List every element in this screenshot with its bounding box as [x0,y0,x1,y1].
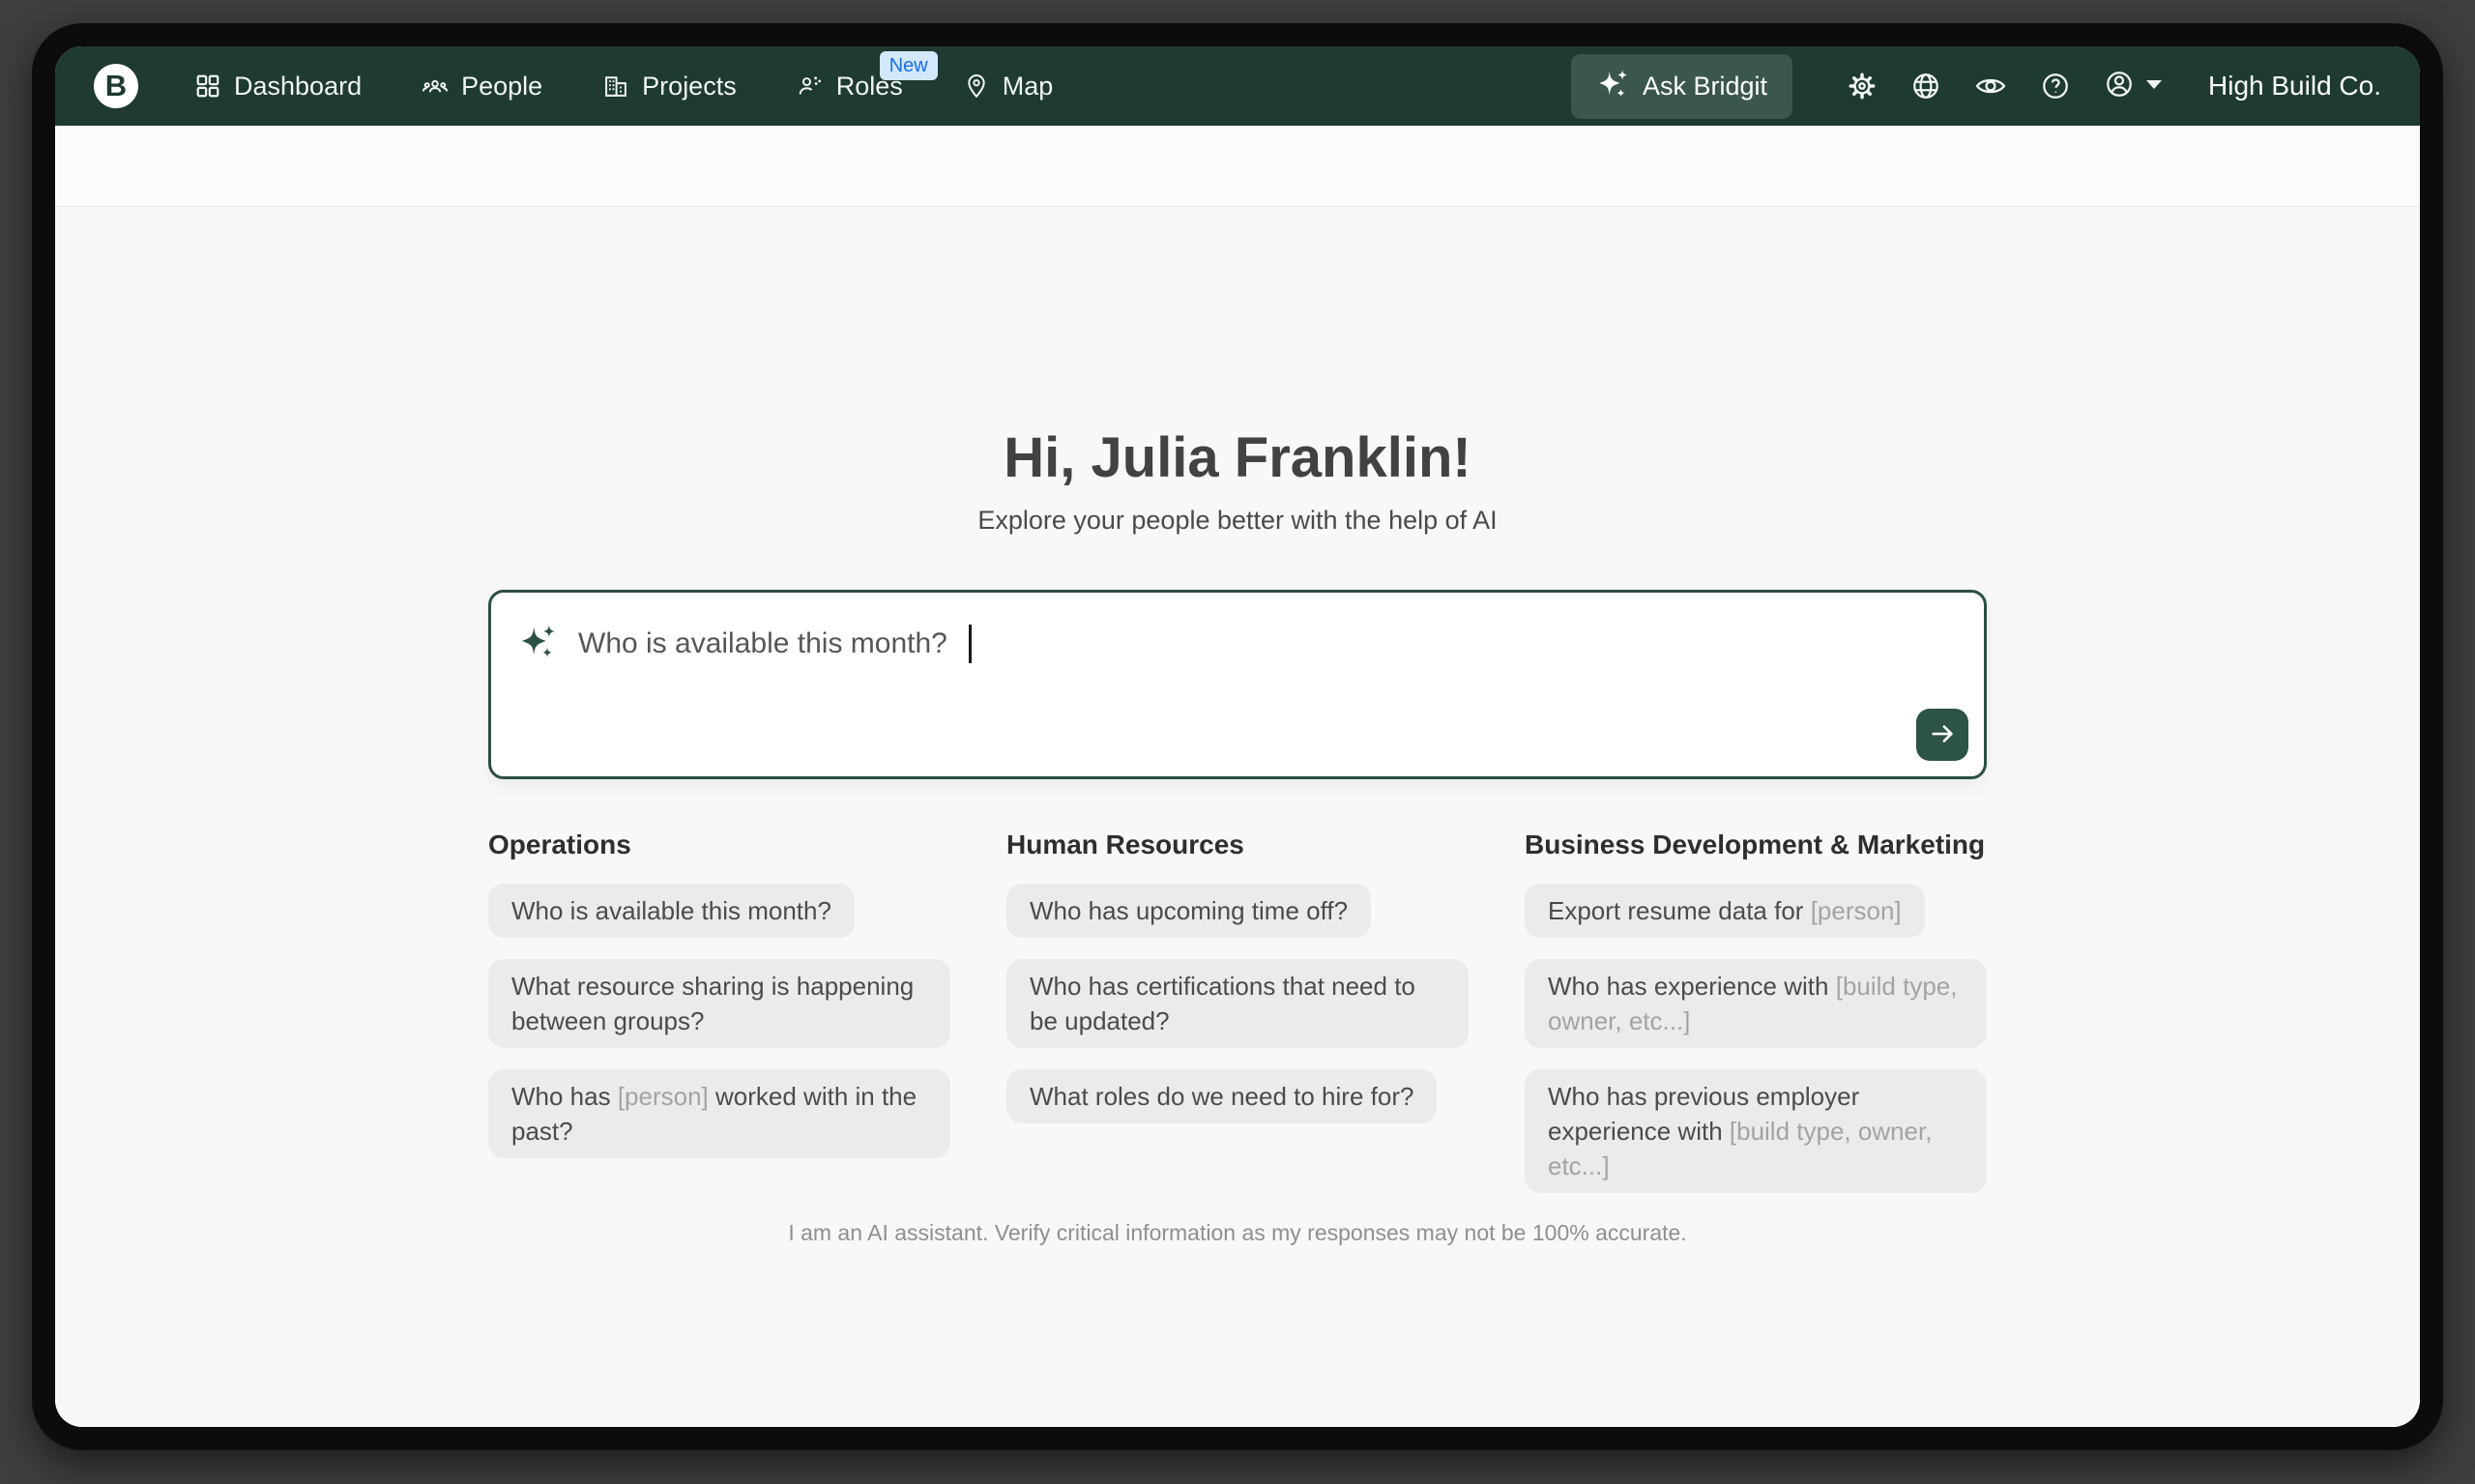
suggestion-text: Who has experience with [1548,972,1836,1001]
main-content: Hi, Julia Franklin! Explore your people … [55,207,2420,1427]
suggestion-chip[interactable]: Who has [person] worked with in the past… [488,1069,950,1158]
nav-item-dashboard[interactable]: Dashboard [194,72,362,102]
prompt-input-value: Who is available this month? [578,627,947,660]
sparkle-icon [1596,67,1629,106]
account-menu[interactable] [2104,69,2162,104]
map-pin-icon [963,73,990,100]
projects-building-icon [602,73,629,100]
company-name: High Build Co. [2208,71,2381,102]
suggestion-chip[interactable]: What roles do we need to hire for? [1006,1069,1437,1123]
eye-icon[interactable] [1974,70,2007,102]
ai-sparkle-icon [518,622,557,665]
nav-items: Dashboard [194,72,1053,102]
nav-item-label: People [461,72,542,102]
nav-item-label: Projects [642,72,737,102]
suggestion-chip[interactable]: Who is available this month? [488,884,855,938]
suggestion-chip[interactable]: What resource sharing is happening betwe… [488,959,950,1048]
greeting-title: Hi, Julia Franklin! [1004,425,1470,490]
suggestion-column: Human Resources Who has upcoming time off… [1006,829,1469,1145]
page-header-bar [55,126,2420,207]
bridgit-logo[interactable]: B [94,64,138,108]
suggestion-placeholder-text: [person] [618,1082,709,1111]
suggestion-placeholder-text: [person] [1811,896,1902,925]
nav-item-roles[interactable]: Roles New [797,72,903,102]
ai-disclaimer: I am an AI assistant. Verify critical in… [788,1220,1686,1246]
text-caret [969,625,972,663]
nav-item-map[interactable]: Map [963,72,1054,102]
dashboard-grid-icon [194,73,221,100]
top-nav: B Dashboard [55,46,2420,126]
suggestion-text: Who has [511,1082,618,1111]
suggestion-group-title: Business Development & Marketing [1525,829,1985,860]
suggestion-text: What resource sharing is happening betwe… [511,972,914,1035]
suggestion-chip[interactable]: Who has previous employer experience wit… [1525,1069,1987,1193]
suggestion-column: Business Development & Marketing Export r… [1525,829,1987,1214]
account-circle-icon [2104,69,2135,104]
ask-bridgit-button[interactable]: Ask Bridgit [1571,54,1792,119]
app-window: B Dashboard [32,23,2443,1450]
ask-bridgit-label: Ask Bridgit [1643,72,1767,102]
suggestion-chip[interactable]: Export resume data for [person] [1525,884,1925,938]
suggestion-text: Who has upcoming time off? [1030,896,1348,925]
greeting-subtitle: Explore your people better with the help… [977,506,1497,536]
suggestion-text: Who has certifications that need to be u… [1030,972,1415,1035]
prompt-line: Who is available this month? [491,593,1984,665]
nav-item-people[interactable]: People [422,72,542,102]
suggestion-chip[interactable]: Who has upcoming time off? [1006,884,1371,938]
globe-icon[interactable] [1910,71,1941,102]
desktop-background: B Dashboard [0,0,2475,1484]
suggestion-column: Operations Who is available this month? Wh… [488,829,950,1179]
suggestion-chip[interactable]: Who has experience with [build type, own… [1525,959,1987,1048]
arrow-right-icon [1928,719,1957,751]
app-content: B Dashboard [55,46,2420,1427]
people-group-icon [422,73,449,100]
nav-item-label: Dashboard [234,72,362,102]
send-button[interactable] [1916,709,1968,761]
suggestion-text: What roles do we need to hire for? [1030,1082,1413,1111]
logo-letter: B [105,69,127,103]
suggestion-group-title: Human Resources [1006,829,1244,860]
suggestion-chip[interactable]: Who has certifications that need to be u… [1006,959,1469,1048]
help-circle-icon[interactable] [2040,71,2071,102]
suggestion-group-title: Operations [488,829,631,860]
suggestion-text: Who is available this month? [511,896,831,925]
caret-down-icon [2146,77,2162,95]
nav-item-label: Map [1003,72,1054,102]
nav-right: Ask Bridgit [1571,54,2381,119]
nav-item-projects[interactable]: Projects [602,72,737,102]
settings-gear-icon[interactable] [1847,71,1878,102]
roles-person-icon [797,73,824,100]
suggestion-grid: Operations Who is available this month? Wh… [488,829,1987,1214]
new-badge: New [880,51,938,80]
ai-prompt-input[interactable]: Who is available this month? [488,590,1987,779]
suggestion-text: Export resume data for [1548,896,1811,925]
